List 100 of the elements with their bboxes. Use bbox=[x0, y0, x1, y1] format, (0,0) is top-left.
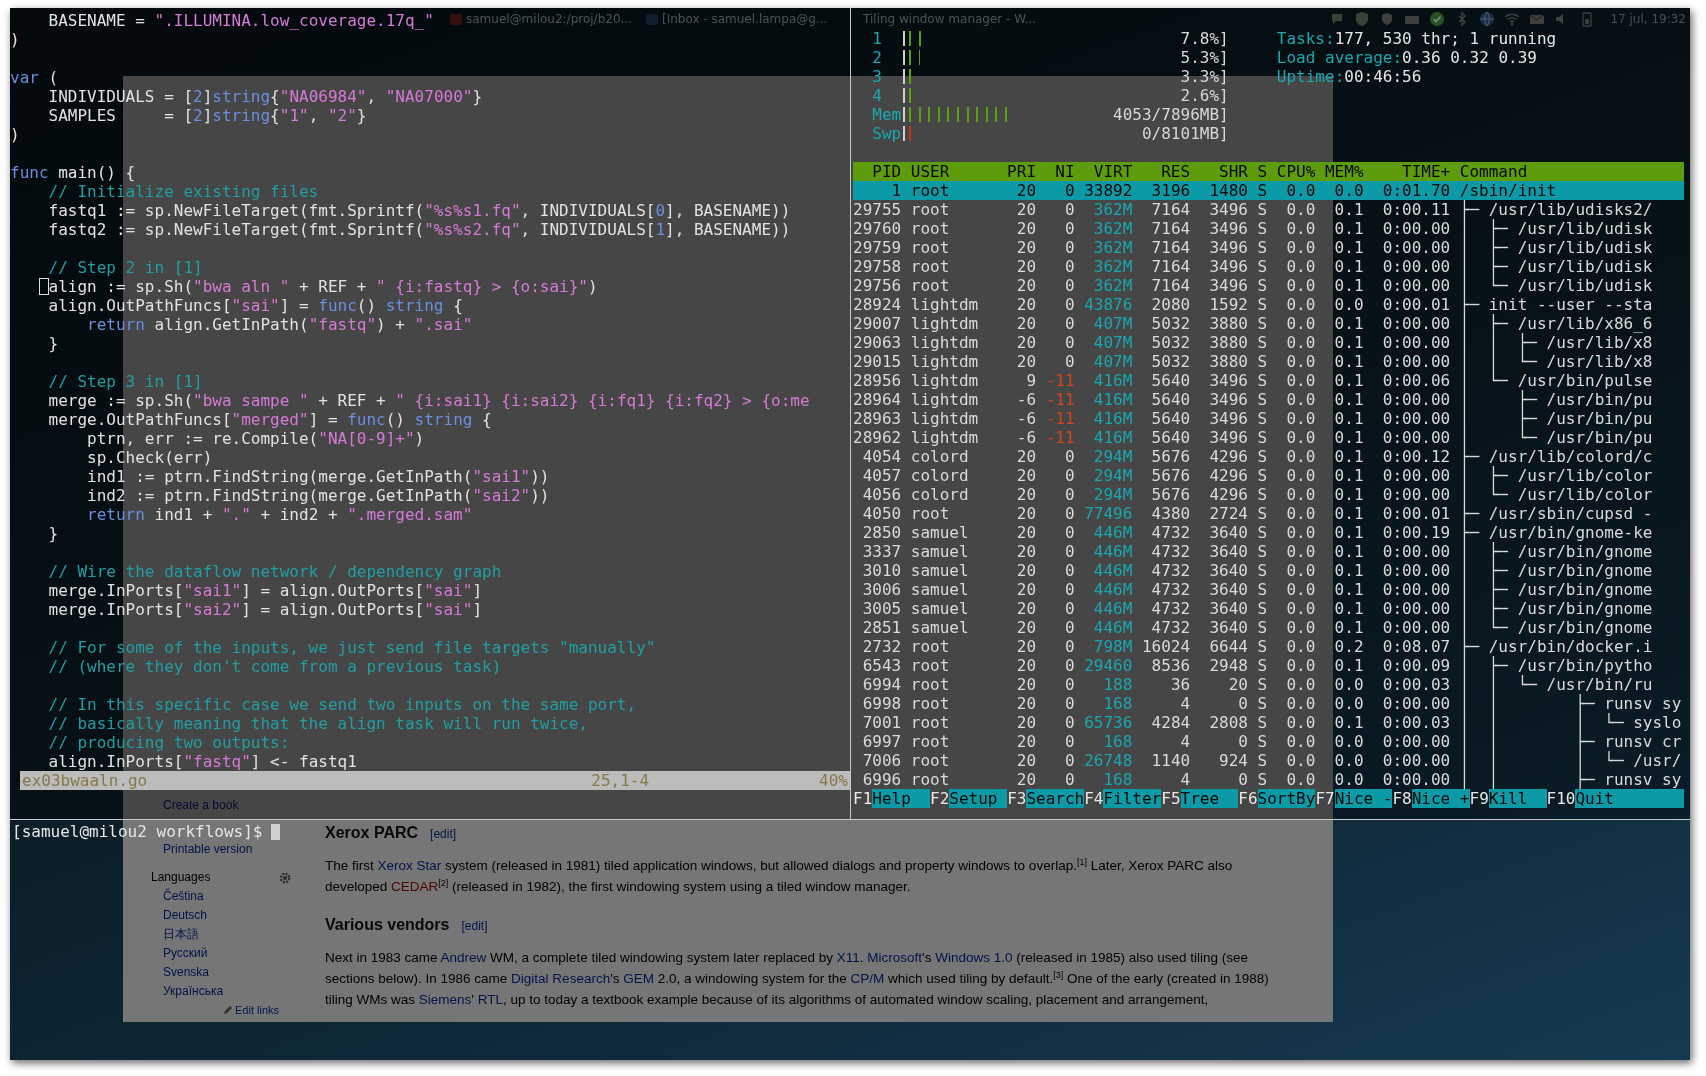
process-row[interactable]: 29759 root 20 0 362M 7164 3496 S 0.0 0.1 0:00.00 │ ├─ /usr/lib/udisk bbox=[853, 238, 1684, 257]
column-header[interactable]: S bbox=[1247, 162, 1268, 181]
process-row[interactable]: 29756 root 20 0 362M 7164 3496 S 0.0 0.1 0:00.00 │ └─ /usr/lib/udisk bbox=[853, 276, 1684, 295]
table-cell-text: 0 bbox=[1063, 276, 1075, 295]
table-cell-text: 0 bbox=[1063, 656, 1075, 675]
text-link[interactable]: RTL bbox=[477, 992, 503, 1007]
function-key-button[interactable]: SortBy bbox=[1257, 789, 1316, 808]
function-key-button[interactable]: Tree bbox=[1180, 789, 1239, 808]
language-link[interactable]: Svenska bbox=[151, 963, 210, 982]
text-link[interactable]: Microsoft bbox=[867, 950, 923, 965]
process-row[interactable]: 4057 colord 20 0 294M 5676 4296 S 0.0 0.1 0:00.00 │ ├─ /usr/lib/color bbox=[853, 466, 1684, 485]
process-row[interactable]: 7001 root 20 0 65736 4284 2808 S 0.0 0.1 0:00.03 │ │ │ └─ syslo bbox=[853, 713, 1684, 732]
column-header[interactable]: TIME+ bbox=[1363, 162, 1451, 181]
process-row[interactable]: 6997 root 20 0 168 4 0 S 0.0 0.0 0:00.00 │ │ ├─ runsv cr bbox=[853, 732, 1684, 751]
text-link[interactable]: GEM bbox=[623, 971, 654, 986]
code-line: sp.Check(err) bbox=[86, 448, 213, 467]
edit-link[interactable]: [edit] bbox=[461, 916, 488, 937]
table-cell: 29759 bbox=[853, 238, 902, 257]
column-header[interactable]: PID bbox=[853, 162, 902, 181]
language-link[interactable]: 日本語 bbox=[151, 925, 199, 944]
check-circle-icon[interactable] bbox=[1429, 11, 1446, 27]
column-header[interactable]: NI bbox=[1036, 162, 1075, 181]
process-row[interactable]: 29015 lightdm 20 0 407M 5032 3880 S 0.0 0.1 0:00.00 │ │ └─ /usr/lib/x8 bbox=[853, 352, 1684, 371]
language-link[interactable]: Українська bbox=[151, 982, 224, 1001]
table-cell-text: 7164 bbox=[1150, 257, 1191, 276]
table-cell-text: S bbox=[1256, 428, 1268, 447]
column-header[interactable]: CPU% bbox=[1267, 162, 1316, 181]
process-row[interactable]: 2850 samuel 20 0 446M 4732 3640 S 0.0 0.1 0:00.19 ├─ /usr/bin/gnome-ke bbox=[853, 523, 1684, 542]
wifi-icon[interactable] bbox=[1504, 11, 1521, 27]
process-row[interactable]: 4056 colord 20 0 294M 5676 4296 S 0.0 0.1 0:00.00 │ └─ /usr/lib/color bbox=[853, 485, 1684, 504]
table-cell-text: samuel bbox=[909, 523, 970, 542]
process-row[interactable]: 3337 samuel 20 0 446M 4732 3640 S 0.0 0.1 0:00.00 │ ├─ /usr/bin/gnome bbox=[853, 542, 1684, 561]
process-row[interactable]: 7006 root 20 0 26748 1140 924 S 0.0 0.0 0:00.00 │ │ │ └─ /usr/ bbox=[853, 751, 1684, 770]
table-cell-text: 0.1 bbox=[1333, 428, 1364, 447]
process-row[interactable]: 28924 lightdm 20 0 43876 2080 1592 S 0.0 0.0 0:00.01 ├─ init --user --sta bbox=[853, 295, 1684, 314]
function-key-button[interactable]: Search bbox=[1026, 789, 1085, 808]
text-link[interactable]: CP/M bbox=[850, 971, 885, 986]
table-cell-text: 6994 bbox=[861, 675, 902, 694]
process-row[interactable]: 6994 root 20 0 188 36 20 S 0.0 0.0 0:00.03 │ │ └─ /usr/bin/ru bbox=[853, 675, 1684, 694]
column-header[interactable]: Command bbox=[1450, 162, 1684, 181]
process-row[interactable]: 29063 lightdm 20 0 407M 5032 3880 S 0.0 0.1 0:00.00 │ │ ├─ /usr/lib/x8 bbox=[853, 333, 1684, 352]
function-key-button[interactable]: Nice - bbox=[1334, 789, 1393, 808]
globe-icon[interactable] bbox=[1479, 11, 1496, 27]
column-header[interactable]: MEM% bbox=[1315, 162, 1364, 181]
process-row[interactable]: 6998 root 20 0 168 4 0 S 0.0 0.0 0:00.00 │ │ ├─ runsv sy bbox=[853, 694, 1684, 713]
process-row[interactable]: 28962 lightdm -6 -11 416M 5640 3496 S 0.0 0.1 0:00.00 │ └─ /usr/bin/pu bbox=[853, 428, 1684, 447]
table-cell-text: 0.0 bbox=[1285, 276, 1316, 295]
process-row[interactable]: 28956 lightdm 9 -11 416M 5640 3496 S 0.0 0.1 0:00.06 │ └─ /usr/bin/pulse bbox=[853, 371, 1684, 390]
process-row[interactable]: 2732 root 20 0 798M 16024 6644 S 0.0 0.2 0:08.07 ├─ /usr/bin/docker.i bbox=[853, 637, 1684, 656]
edit-links-link[interactable]: Edit links bbox=[223, 1001, 280, 1020]
code-line: } bbox=[47, 334, 59, 353]
process-row[interactable]: 6996 root 20 0 168 4 0 S 0.0 0.0 0:00.00 │ │ ├─ runsv sy bbox=[853, 770, 1684, 789]
process-row[interactable]: 29007 lightdm 20 0 407M 5032 3880 S 0.0 0.1 0:00.00 │ ├─ /usr/lib/x86_6 bbox=[853, 314, 1684, 333]
process-row[interactable]: 28964 lightdm -6 -11 416M 5640 3496 S 0.0 0.1 0:00.00 │ ├─ /usr/bin/pu bbox=[853, 390, 1684, 409]
table-cell-text: 20 bbox=[1015, 257, 1036, 276]
language-link[interactable]: Deutsch bbox=[151, 906, 208, 925]
table-cell-text: 0.0 bbox=[1285, 352, 1316, 371]
process-row[interactable]: 29758 root 20 0 362M 7164 3496 S 0.0 0.1 0:00.00 │ ├─ /usr/lib/udisk bbox=[853, 257, 1684, 276]
shield-icon[interactable] bbox=[1354, 11, 1371, 27]
section-heading: Xerox PARC bbox=[325, 823, 419, 843]
table-cell-text: 0.1 bbox=[1333, 713, 1364, 732]
text-link[interactable]: X11 bbox=[836, 950, 860, 965]
column-header[interactable]: RES bbox=[1132, 162, 1191, 181]
sidebar-link[interactable]: Printable version bbox=[151, 840, 253, 859]
comment-line: // Step 2 in [1] bbox=[47, 258, 203, 277]
process-row[interactable]: 6543 root 20 0 29460 8536 2948 S 0.0 0.1 0:00.09 │ ├─ /usr/bin/pytho bbox=[853, 656, 1684, 675]
code-line: fastq2 := sp.NewFileTarget(fmt.Sprintf("%s%s2.fq", INDIVIDUALS[1], BASENAME)) bbox=[47, 220, 791, 239]
gear-icon[interactable] bbox=[279, 871, 291, 884]
column-header[interactable]: VIRT bbox=[1074, 162, 1133, 181]
function-key-button[interactable]: Quit bbox=[1575, 789, 1684, 808]
table-cell-text: 446M bbox=[1092, 523, 1133, 542]
text-link[interactable]: Xerox Star bbox=[377, 858, 442, 873]
function-key-button[interactable]: Nice + bbox=[1411, 789, 1470, 808]
function-key-button[interactable]: Filter bbox=[1103, 789, 1162, 808]
table-cell-text: 798M bbox=[1092, 637, 1133, 656]
language-link[interactable]: Русский bbox=[151, 944, 208, 963]
edit-link[interactable]: [edit] bbox=[430, 824, 457, 845]
process-row[interactable]: 3005 samuel 20 0 446M 4732 3640 S 0.0 0.1 0:00.00 │ ├─ /usr/bin/gnome bbox=[853, 599, 1684, 618]
process-row[interactable]: 4054 colord 20 0 294M 5676 4296 S 0.0 0.1 0:00.12 ├─ /usr/lib/colord/c bbox=[853, 447, 1684, 466]
process-row[interactable]: 28963 lightdm -6 -11 416M 5640 3496 S 0.0 0.1 0:00.00 │ ├─ /usr/bin/pu bbox=[853, 409, 1684, 428]
process-row[interactable]: 1 root 20 0 33892 3196 1480 S 0.0 0.0 0:01.70 /sbin/init bbox=[853, 181, 1684, 200]
process-row[interactable]: 29755 root 20 0 362M 7164 3496 S 0.0 0.1 0:00.11 ├─ /usr/lib/udisks2/ bbox=[853, 200, 1684, 219]
process-row[interactable]: 29760 root 20 0 362M 7164 3496 S 0.0 0.1 0:00.00 │ ├─ /usr/lib/udisk bbox=[853, 219, 1684, 238]
text-link[interactable]: Digital Research bbox=[511, 971, 611, 986]
table-cell-text: S bbox=[1256, 713, 1268, 732]
text-link[interactable]: Windows 1.0 bbox=[935, 950, 1013, 965]
function-key-button[interactable]: Help bbox=[872, 789, 931, 808]
process-row[interactable]: 4050 root 20 0 77496 4380 2724 S 0.0 0.1 0:00.01 ├─ /usr/sbin/cupsd - bbox=[853, 504, 1684, 523]
function-key-button[interactable]: Kill bbox=[1488, 789, 1547, 808]
process-row[interactable]: 3010 samuel 20 0 446M 4732 3640 S 0.0 0.1 0:00.00 │ ├─ /usr/bin/gnome bbox=[853, 561, 1684, 580]
column-header[interactable]: SHR bbox=[1190, 162, 1248, 181]
table-cell-text: root bbox=[909, 219, 951, 238]
column-header[interactable]: USER bbox=[901, 162, 998, 181]
text-link[interactable]: Andrew bbox=[440, 950, 487, 965]
column-header[interactable]: PRI bbox=[997, 162, 1036, 181]
process-row[interactable]: 3006 samuel 20 0 446M 4732 3640 S 0.0 0.1 0:00.00 │ ├─ /usr/bin/gnome bbox=[853, 580, 1684, 599]
process-row[interactable]: 2851 samuel 20 0 446M 4732 3640 S 0.0 0.1 0:00.00 │ └─ /usr/bin/gnome bbox=[853, 618, 1684, 637]
language-link[interactable]: Čeština bbox=[151, 887, 204, 906]
function-key-button[interactable]: Setup bbox=[949, 789, 1008, 808]
table-cell: 29015 bbox=[853, 352, 902, 371]
